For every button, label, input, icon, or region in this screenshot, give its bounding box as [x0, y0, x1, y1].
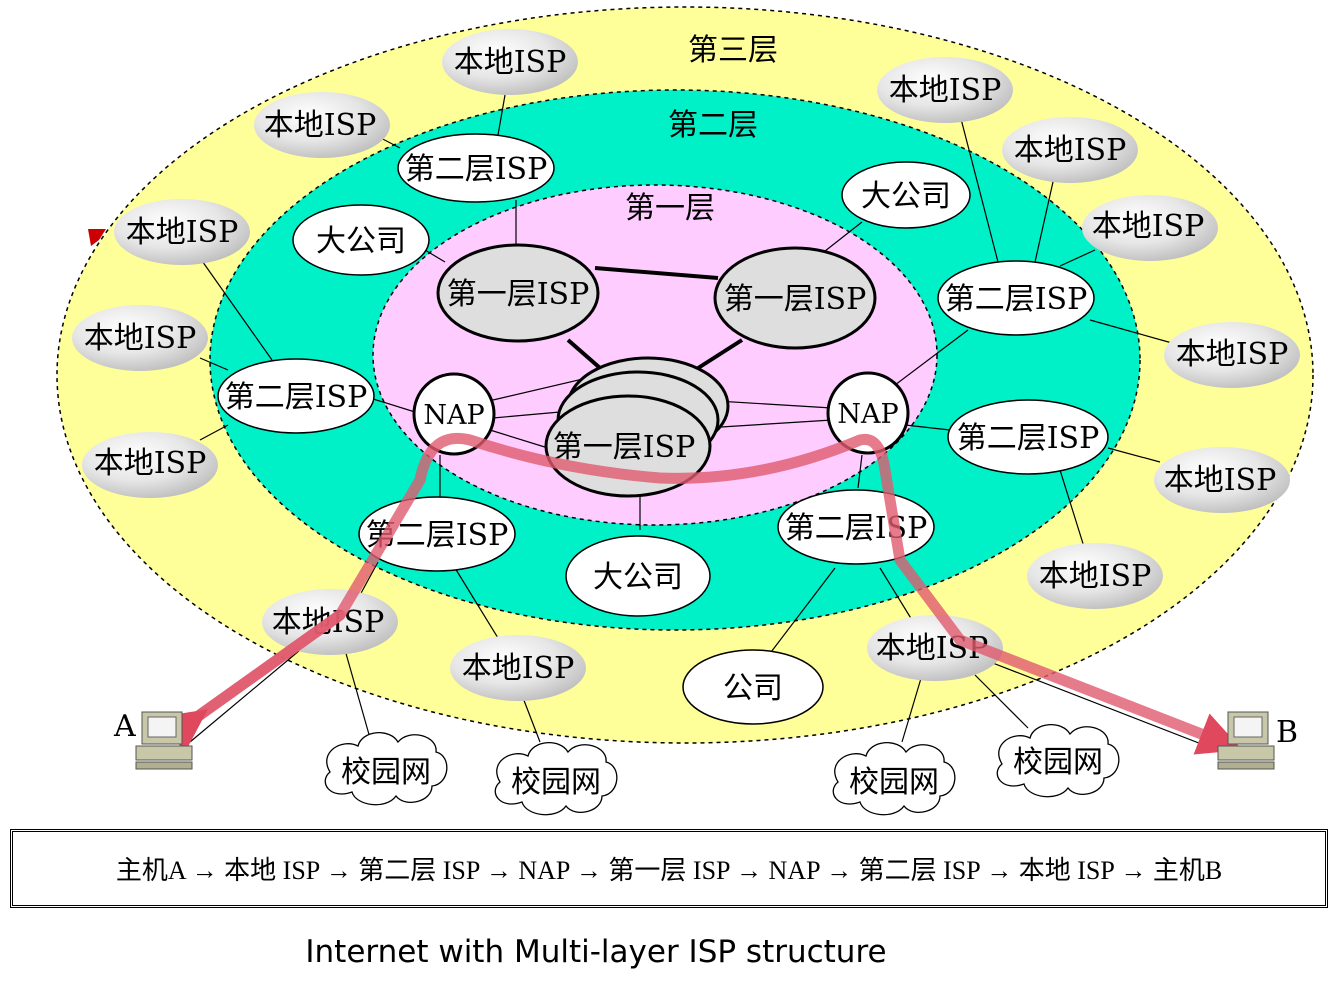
company-node: 公司 [682, 649, 824, 725]
svg-text:校园网: 校园网 [1013, 745, 1103, 780]
local-isp-node: 本地ISP [1164, 322, 1300, 388]
svg-text:第二层ISP: 第二层ISP [785, 511, 928, 546]
svg-text:大公司: 大公司 [593, 560, 683, 595]
local-isp-node: 本地ISP [1154, 447, 1290, 513]
svg-text:本地ISP: 本地ISP [1176, 337, 1289, 372]
tier2-isp-node: 第二层ISP [397, 133, 555, 203]
svg-text:校园网: 校园网 [511, 765, 601, 800]
svg-text:第二层ISP: 第二层ISP [405, 152, 548, 187]
svg-text:第二层ISP: 第二层ISP [225, 380, 368, 415]
svg-text:大公司: 大公司 [316, 224, 406, 259]
svg-text:本地ISP: 本地ISP [1164, 463, 1277, 498]
svg-text:NAP: NAP [837, 399, 898, 430]
svg-text:本地ISP: 本地ISP [264, 108, 377, 143]
diagram-caption: Internet with Multi-layer ISP structure [305, 934, 887, 970]
svg-text:本地ISP: 本地ISP [454, 45, 567, 80]
tier2-isp-node: 第二层ISP [217, 358, 375, 434]
layer3-label: 第三层 [688, 33, 778, 68]
svg-text:本地ISP: 本地ISP [1014, 133, 1127, 168]
campus-net-cloud: 校园网 [996, 724, 1120, 798]
svg-text:大公司: 大公司 [861, 179, 951, 214]
route-summary-text: 主机A → 本地 ISP → 第二层 ISP → NAP → 第一层 ISP →… [115, 856, 1223, 885]
host-b-label: B [1276, 715, 1298, 750]
svg-text:本地ISP: 本地ISP [462, 651, 575, 686]
svg-text:本地ISP: 本地ISP [889, 73, 1002, 108]
svg-text:第一层ISP: 第一层ISP [724, 282, 867, 317]
campus-net-cloud: 校园网 [494, 742, 618, 816]
local-isp-node: 本地ISP [254, 92, 390, 158]
tier2-isp-node: 第二层ISP [947, 399, 1109, 475]
host-a-label: A [113, 709, 136, 744]
svg-text:校园网: 校园网 [849, 765, 939, 800]
local-isp-node: 本地ISP [1082, 195, 1218, 261]
local-isp-node: 本地ISP [877, 57, 1013, 123]
svg-text:第一层ISP: 第一层ISP [447, 277, 590, 312]
local-isp-node: 本地ISP [114, 199, 250, 265]
svg-text:第二层ISP: 第二层ISP [945, 282, 1088, 317]
layer1-label: 第一层 [625, 191, 715, 226]
svg-text:校园网: 校园网 [341, 755, 431, 790]
svg-text:本地ISP: 本地ISP [94, 446, 207, 481]
local-isp-node: 本地ISP [1002, 117, 1138, 183]
svg-text:公司: 公司 [723, 671, 783, 706]
tier2-isp-node: 第二层ISP [777, 489, 935, 565]
campus-net-cloud: 校园网 [324, 732, 448, 806]
svg-text:第一层ISP: 第一层ISP [553, 430, 696, 465]
tier1-isp-node: 第一层ISP [713, 246, 877, 350]
local-isp-node: 本地ISP [82, 432, 218, 498]
layer2-label: 第二层 [668, 108, 758, 143]
big-company-node: 大公司 [565, 535, 711, 617]
route-summary-box: 主机A → 本地 ISP → 第二层 ISP → NAP → 第一层 ISP →… [10, 829, 1328, 908]
local-isp-node: 本地ISP [1027, 543, 1163, 609]
svg-text:第二层ISP: 第二层ISP [957, 421, 1100, 456]
campus-net-cloud: 校园网 [832, 742, 956, 816]
svg-text:本地ISP: 本地ISP [126, 215, 239, 250]
local-isp-node: 本地ISP [72, 305, 208, 371]
tier1-isp-node: 第一层ISP [436, 243, 600, 343]
host-b: B [1217, 711, 1298, 770]
svg-text:本地ISP: 本地ISP [1092, 209, 1205, 244]
local-isp-node: 本地ISP [450, 635, 586, 701]
local-isp-node: 本地ISP [442, 29, 578, 95]
host-a: A [113, 709, 193, 770]
tier2-isp-node: 第二层ISP [937, 260, 1095, 336]
svg-text:本地ISP: 本地ISP [84, 321, 197, 356]
big-company-node: 大公司 [292, 204, 430, 276]
isp-hierarchy-diagram: 第三层 第二层 第一层 本地ISP 本地ISP 本地ISP 本地ISP 本地IS… [56, 6, 1314, 816]
big-company-node: 大公司 [841, 161, 971, 229]
svg-text:本地ISP: 本地ISP [1039, 559, 1152, 594]
svg-text:NAP: NAP [423, 400, 484, 431]
